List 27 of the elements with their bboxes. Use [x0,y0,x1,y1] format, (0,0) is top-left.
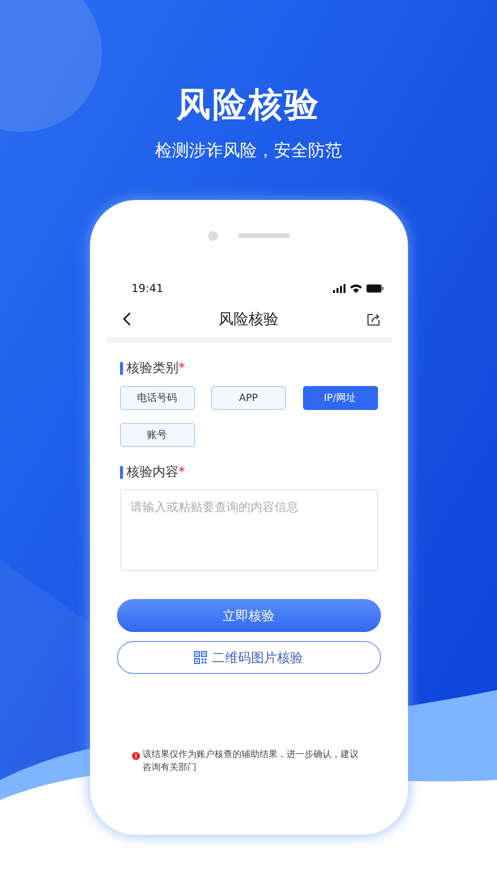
share-icon [366,312,380,326]
category-option[interactable]: IP/网址 [302,386,378,410]
warning-icon [132,752,140,760]
camera-icon [208,230,218,240]
page-title: 风险核验 [218,310,278,328]
category-option[interactable]: APP [211,386,286,410]
section-marker [120,362,122,374]
section-label: 核验类别 [126,360,178,377]
speaker-icon [238,233,290,238]
back-icon [122,312,130,326]
subtitle: 检测涉诈风险，安全防范 [155,140,342,162]
qr-verify-button[interactable]: 二维码图片核验 [116,641,380,674]
category-option[interactable]: 账号 [120,423,194,447]
required-mark: * [178,464,185,480]
status-time: 19:41 [132,282,164,294]
content-field[interactable]: 请输入或粘贴要查询的内容信息 [120,489,378,571]
category-option[interactable]: 电话号码 [120,386,194,410]
notice-text: 该结果仅作为账户核查的辅助结果，进一步确认，建议咨询有关部门 [142,749,360,775]
verify-button[interactable]: 立即核验 [116,599,380,632]
wifi-icon [350,284,362,292]
section-marker [120,466,122,478]
section-label: 核验内容 [126,464,178,481]
required-mark: * [178,360,185,376]
signal-icon [332,284,346,292]
qr-code-icon [194,651,207,664]
battery-icon [366,284,384,292]
headline: 风险核验 [176,84,320,126]
